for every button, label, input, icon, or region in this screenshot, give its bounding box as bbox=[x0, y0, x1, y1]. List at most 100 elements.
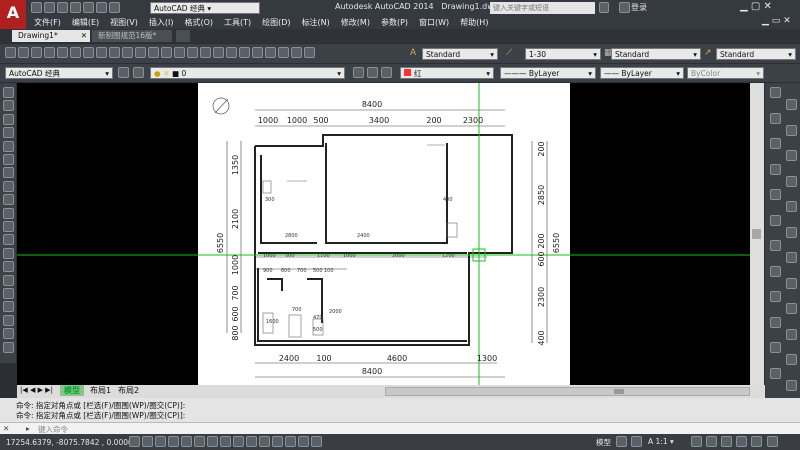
tab-layout1[interactable]: 布局1 bbox=[87, 385, 114, 396]
paste-icon[interactable] bbox=[122, 47, 133, 58]
spline-icon[interactable] bbox=[3, 194, 14, 206]
arc-icon[interactable] bbox=[3, 154, 14, 165]
ellipse-icon[interactable] bbox=[3, 207, 14, 219]
tab-close-icon[interactable]: ✕ bbox=[81, 30, 87, 42]
blend-icon[interactable] bbox=[786, 303, 797, 314]
ellipse-arc-icon[interactable] bbox=[3, 221, 14, 232]
menu-format[interactable]: 格式(O) bbox=[184, 18, 213, 27]
zoom-previous-icon[interactable] bbox=[213, 47, 224, 58]
minimize-icon[interactable]: ▁ bbox=[740, 1, 748, 12]
zoom-realtime-icon[interactable] bbox=[187, 47, 198, 58]
model-space-button[interactable]: 模型 bbox=[596, 437, 611, 448]
plotstyle-dropdown[interactable]: ByColor ▾ bbox=[687, 67, 764, 79]
3dprint-icon[interactable] bbox=[83, 47, 94, 58]
menu-parameters[interactable]: 参数(P) bbox=[381, 18, 408, 27]
make-current-icon[interactable] bbox=[353, 67, 364, 78]
break-at-point-icon[interactable] bbox=[786, 226, 797, 238]
save-as-icon[interactable] bbox=[70, 2, 81, 13]
new-tab-button[interactable] bbox=[176, 30, 190, 42]
revision-cloud-icon[interactable] bbox=[3, 180, 14, 192]
copy-icon[interactable] bbox=[786, 99, 797, 110]
workspace-switch-icon[interactable] bbox=[706, 436, 717, 447]
doc-close-icon[interactable]: ✕ bbox=[783, 16, 791, 26]
workspace-select[interactable]: AutoCAD 经典 ▾ bbox=[5, 67, 113, 79]
design-center-icon[interactable] bbox=[239, 47, 250, 58]
tab-drawing1[interactable]: Drawing1* ✕ bbox=[12, 30, 90, 42]
menu-edit[interactable]: 编辑(E) bbox=[72, 18, 99, 27]
gradient-icon[interactable] bbox=[3, 288, 14, 299]
make-block-icon[interactable] bbox=[3, 247, 14, 259]
polar-tracking-icon[interactable] bbox=[181, 436, 192, 447]
annotation-monitor-icon[interactable] bbox=[311, 436, 322, 447]
isolate-objects-icon[interactable] bbox=[751, 436, 762, 447]
settings-icon[interactable] bbox=[118, 67, 129, 78]
lengthen-icon[interactable] bbox=[786, 328, 797, 340]
color-dropdown[interactable]: 红 ▾ bbox=[400, 67, 494, 79]
snap-mode-icon[interactable] bbox=[142, 436, 153, 447]
table-icon[interactable] bbox=[3, 314, 14, 326]
qnew-icon[interactable] bbox=[5, 47, 16, 58]
menu-tools[interactable]: 工具(T) bbox=[224, 18, 251, 27]
menu-draw[interactable]: 绘图(D) bbox=[262, 18, 290, 27]
new-file-icon[interactable] bbox=[31, 2, 42, 13]
login-button[interactable]: 登录 bbox=[618, 2, 647, 13]
hardware-accel-icon[interactable] bbox=[736, 436, 747, 447]
object-snap-icon[interactable] bbox=[194, 436, 205, 447]
text-style-dropdown[interactable]: Standard ▾ bbox=[422, 48, 498, 60]
help-icon[interactable] bbox=[304, 47, 315, 58]
markup-icon[interactable] bbox=[278, 47, 289, 58]
quick-properties-icon[interactable] bbox=[285, 436, 296, 447]
join-icon[interactable] bbox=[786, 252, 797, 263]
properties-icon[interactable] bbox=[226, 47, 237, 58]
move-icon[interactable] bbox=[786, 150, 797, 161]
calculator-icon[interactable] bbox=[291, 47, 302, 58]
polygon-icon[interactable] bbox=[3, 127, 14, 139]
object-snap-tracking-icon[interactable] bbox=[220, 436, 231, 447]
doc-minimize-icon[interactable]: ▁ bbox=[762, 16, 769, 26]
clean-screen-icon[interactable] bbox=[767, 436, 778, 447]
transparency-icon[interactable] bbox=[272, 436, 283, 447]
preview-icon[interactable] bbox=[57, 47, 68, 58]
mirror-icon[interactable] bbox=[770, 112, 781, 124]
zoom-window-icon[interactable] bbox=[200, 47, 211, 58]
rotate-icon[interactable] bbox=[770, 163, 781, 175]
open-icon[interactable] bbox=[18, 47, 29, 58]
edit-hatch-icon[interactable] bbox=[770, 367, 781, 379]
app-menu-button[interactable]: A bbox=[0, 0, 26, 29]
maximize-icon[interactable]: ▢ bbox=[751, 1, 760, 12]
chamfer-icon[interactable] bbox=[770, 265, 781, 277]
menu-view[interactable]: 视图(V) bbox=[110, 18, 138, 27]
quick-view-layouts-icon[interactable] bbox=[616, 436, 627, 447]
scale-icon[interactable] bbox=[786, 175, 797, 187]
insert-block-icon[interactable] bbox=[3, 234, 14, 246]
grid-display-icon[interactable] bbox=[155, 436, 166, 447]
linetype-dropdown[interactable]: ——— ByLayer ▾ bbox=[500, 67, 596, 79]
undo-tool-icon[interactable] bbox=[148, 47, 159, 58]
array-icon[interactable] bbox=[770, 138, 781, 149]
menu-dimension[interactable]: 标注(N) bbox=[302, 18, 330, 27]
tool-palettes-icon[interactable] bbox=[252, 47, 263, 58]
command-close-icon[interactable]: ✕ bbox=[3, 424, 9, 433]
edit-spline-icon[interactable] bbox=[786, 354, 797, 365]
save-icon[interactable] bbox=[57, 2, 68, 13]
menu-window[interactable]: 窗口(W) bbox=[419, 18, 449, 27]
close-icon[interactable]: ✕ bbox=[764, 1, 772, 12]
explode-icon[interactable] bbox=[770, 291, 781, 302]
undo-icon[interactable] bbox=[96, 2, 107, 13]
print-icon[interactable] bbox=[83, 2, 94, 13]
menu-insert[interactable]: 插入(I) bbox=[149, 18, 174, 27]
h-scrollbar-thumb[interactable] bbox=[614, 389, 624, 394]
region-icon[interactable] bbox=[3, 301, 14, 313]
construction-line-icon[interactable] bbox=[3, 100, 14, 112]
match-prop-icon[interactable] bbox=[135, 47, 146, 58]
plot-icon[interactable] bbox=[44, 47, 55, 58]
fillet-icon[interactable] bbox=[786, 277, 797, 289]
tab-layout2[interactable]: 布局2 bbox=[115, 385, 142, 396]
3d-object-snap-icon[interactable] bbox=[207, 436, 218, 447]
polyline-icon[interactable] bbox=[3, 113, 14, 125]
offset-icon[interactable] bbox=[786, 124, 797, 136]
show-lineweight-icon[interactable] bbox=[259, 436, 270, 447]
line-icon[interactable] bbox=[3, 87, 14, 98]
point-icon[interactable] bbox=[3, 261, 14, 273]
trim-icon[interactable] bbox=[786, 201, 797, 212]
